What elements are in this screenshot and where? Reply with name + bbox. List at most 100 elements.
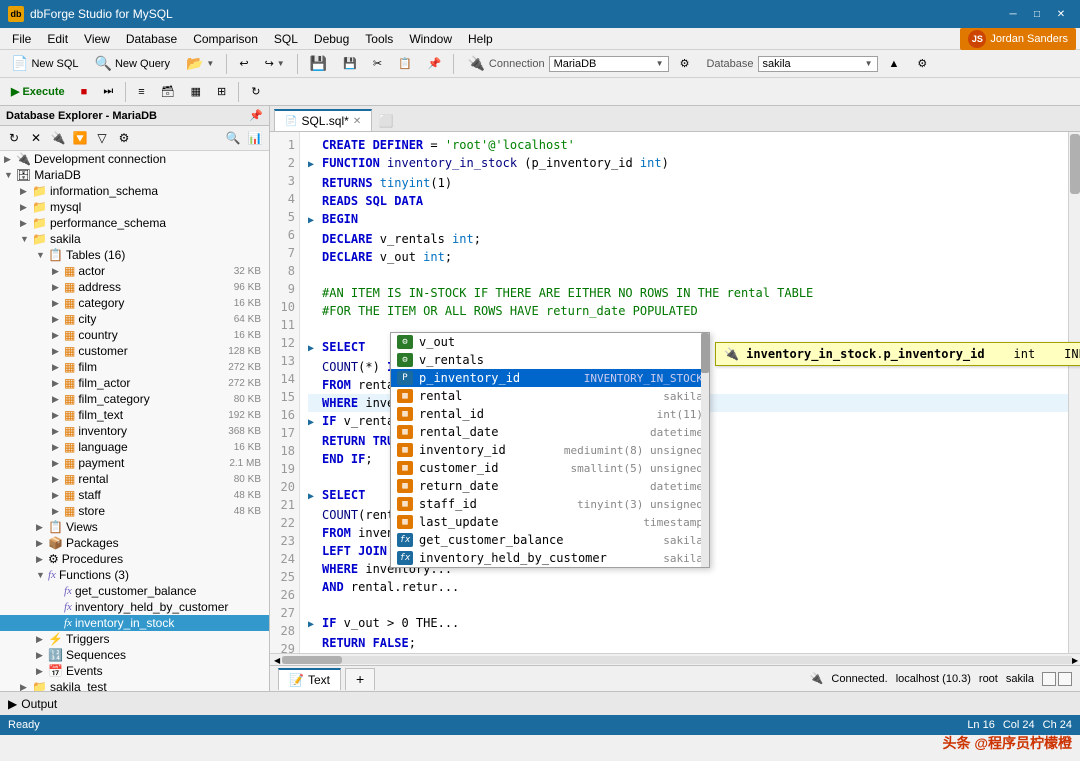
sidebar-filter3-btn[interactable]: 🔍 <box>223 128 243 148</box>
cut-button[interactable]: ✂ <box>366 54 389 73</box>
menu-debug[interactable]: Debug <box>306 30 357 48</box>
sidebar-item-staff[interactable]: ▶▦staff48 KB <box>0 487 269 503</box>
tree-arrow-payment[interactable]: ▶ <box>52 458 64 469</box>
tab-sql[interactable]: 📄 SQL.sql* ✕ <box>274 109 372 131</box>
ac-item-12[interactable]: fxinventory_held_by_customersakila <box>391 549 709 567</box>
sidebar-item-country[interactable]: ▶▦country16 KB <box>0 327 269 343</box>
sidebar-item-info-schema[interactable]: ▶📁information_schema <box>0 183 269 199</box>
menu-tools[interactable]: Tools <box>357 30 401 48</box>
tree-arrow-sakila_test[interactable]: ▶ <box>20 682 32 692</box>
sidebar-item-events[interactable]: ▶📅Events <box>0 663 269 679</box>
tree-arrow-procedures[interactable]: ▶ <box>36 554 48 565</box>
ac-item-7[interactable]: ▦customer_idsmallint(5) unsigned <box>391 459 709 477</box>
tree-arrow-film_category[interactable]: ▶ <box>52 394 64 405</box>
tree-arrow-events[interactable]: ▶ <box>36 666 48 677</box>
view-icon-1[interactable] <box>1042 672 1056 686</box>
tree-arrow-film[interactable]: ▶ <box>52 362 64 373</box>
tree-arrow-dev-conn[interactable]: ▶ <box>4 154 16 165</box>
sidebar-item-mysql[interactable]: ▶📁mysql <box>0 199 269 215</box>
sidebar-item-address[interactable]: ▶▦address96 KB <box>0 279 269 295</box>
sidebar-item-inventory[interactable]: ▶▦inventory368 KB <box>0 423 269 439</box>
sidebar-close-btn[interactable]: ✕ <box>26 128 46 148</box>
menu-comparison[interactable]: Comparison <box>185 30 266 48</box>
undo-button[interactable]: ↩ <box>232 54 255 73</box>
tree-arrow-info-schema[interactable]: ▶ <box>20 186 32 197</box>
sidebar-pin-icon[interactable]: 📌 <box>249 109 263 122</box>
tree-arrow-sequences[interactable]: ▶ <box>36 650 48 661</box>
sidebar-item-functions[interactable]: ▼fxFunctions (3) <box>0 567 269 583</box>
ac-item-10[interactable]: ▦last_updatetimestamp <box>391 513 709 531</box>
window-controls[interactable]: ─ □ ✕ <box>1002 5 1072 23</box>
sidebar-item-sakila_test[interactable]: ▶📁sakila_test <box>0 679 269 691</box>
maximize-button[interactable]: □ <box>1026 5 1048 23</box>
stop-button[interactable]: ■ <box>74 83 95 101</box>
sidebar-item-payment[interactable]: ▶▦payment2.1 MB <box>0 455 269 471</box>
copy-button[interactable]: 📋 <box>391 54 419 73</box>
ac-item-11[interactable]: fxget_customer_balancesakila <box>391 531 709 549</box>
editor-scrollbar-v[interactable] <box>1068 132 1080 653</box>
autocomplete-dropdown[interactable]: ⚙v_out⚙v_rentalsPp_inventory_idINVENTORY… <box>390 332 710 568</box>
sidebar-item-perf-schema[interactable]: ▶📁performance_schema <box>0 215 269 231</box>
menu-database[interactable]: Database <box>118 30 185 48</box>
tree-arrow-language[interactable]: ▶ <box>52 442 64 453</box>
tree-arrow-sakila[interactable]: ▼ <box>20 234 32 244</box>
sidebar-item-get_customer_balance[interactable]: fxget_customer_balance <box>0 583 269 599</box>
ac-item-4[interactable]: ▦rental_idint(11) <box>391 405 709 423</box>
sidebar-item-inventory_held_by_customer[interactable]: fxinventory_held_by_customer <box>0 599 269 615</box>
sidebar-item-triggers[interactable]: ▶⚡Triggers <box>0 631 269 647</box>
sidebar-refresh-btn[interactable]: ↻ <box>4 128 24 148</box>
connection-settings[interactable]: ⚙ <box>673 54 697 73</box>
sidebar-item-film_text[interactable]: ▶▦film_text192 KB <box>0 407 269 423</box>
tree-arrow-country[interactable]: ▶ <box>52 330 64 341</box>
sidebar-item-mariadb[interactable]: ▼🗄MariaDB <box>0 167 269 183</box>
execute-button[interactable]: ▶ Execute <box>4 82 72 101</box>
sidebar-item-sakila[interactable]: ▼📁sakila <box>0 231 269 247</box>
ac-item-3[interactable]: ▦rentalsakila <box>391 387 709 405</box>
sidebar-filter-btn[interactable]: 🔽 <box>70 128 90 148</box>
ac-item-5[interactable]: ▦rental_datedatetime <box>391 423 709 441</box>
sidebar-item-rental[interactable]: ▶▦rental80 KB <box>0 471 269 487</box>
tree-arrow-mariadb[interactable]: ▼ <box>4 170 16 180</box>
sidebar-item-film_category[interactable]: ▶▦film_category80 KB <box>0 391 269 407</box>
editor-scrollbar-h[interactable]: ◀ ▶ <box>270 653 1080 665</box>
table-button[interactable]: ▦ <box>184 82 208 101</box>
tab-maximize-btn[interactable]: ⬜ <box>376 111 396 131</box>
tree-arrow-functions[interactable]: ▼ <box>36 570 48 580</box>
tree-arrow-address[interactable]: ▶ <box>52 282 64 293</box>
refresh-button[interactable]: ↻ <box>244 82 267 101</box>
tree-arrow-perf-schema[interactable]: ▶ <box>20 218 32 229</box>
menu-view[interactable]: View <box>76 30 118 48</box>
ac-item-6[interactable]: ▦inventory_idmediumint(8) unsigned <box>391 441 709 459</box>
sidebar-item-procedures[interactable]: ▶⚙Procedures <box>0 551 269 567</box>
ac-item-0[interactable]: ⚙v_out <box>391 333 709 351</box>
redo-button[interactable]: ↪▼ <box>258 54 292 73</box>
sidebar-schema-btn[interactable]: ⚙ <box>114 128 134 148</box>
sidebar-item-dev-conn[interactable]: ▶🔌Development connection <box>0 151 269 167</box>
db-up[interactable]: ▲ <box>882 55 907 73</box>
tree-arrow-store[interactable]: ▶ <box>52 506 64 517</box>
text-view-tab[interactable]: 📝 Text <box>278 668 341 690</box>
ac-item-1[interactable]: ⚙v_rentals <box>391 351 709 369</box>
tree-arrow-city[interactable]: ▶ <box>52 314 64 325</box>
format-button[interactable]: ≡ <box>131 83 151 101</box>
db-settings[interactable]: ⚙ <box>910 54 934 73</box>
paste-button[interactable]: 📌 <box>421 54 449 73</box>
grid-button[interactable]: ⊞ <box>210 82 233 101</box>
minimize-button[interactable]: ─ <box>1002 5 1024 23</box>
sidebar-item-packages[interactable]: ▶📦Packages <box>0 535 269 551</box>
tree-arrow-mysql[interactable]: ▶ <box>20 202 32 213</box>
tree-arrow-packages[interactable]: ▶ <box>36 538 48 549</box>
sidebar-item-store[interactable]: ▶▦store48 KB <box>0 503 269 519</box>
menu-file[interactable]: File <box>4 30 39 48</box>
close-button[interactable]: ✕ <box>1050 5 1072 23</box>
ac-scrollbar[interactable] <box>701 333 709 567</box>
tree-arrow-triggers[interactable]: ▶ <box>36 634 48 645</box>
sidebar-item-actor[interactable]: ▶▦actor32 KB <box>0 263 269 279</box>
sidebar-item-city[interactable]: ▶▦city64 KB <box>0 311 269 327</box>
sidebar-filter2-btn[interactable]: ▽ <box>92 128 112 148</box>
sidebar-item-inventory_in_stock[interactable]: fxinventory_in_stock <box>0 615 269 631</box>
menu-sql[interactable]: SQL <box>266 30 306 48</box>
view-icon-2[interactable] <box>1058 672 1072 686</box>
sidebar-item-tables[interactable]: ▼📋Tables (16) <box>0 247 269 263</box>
sidebar-item-customer[interactable]: ▶▦customer128 KB <box>0 343 269 359</box>
